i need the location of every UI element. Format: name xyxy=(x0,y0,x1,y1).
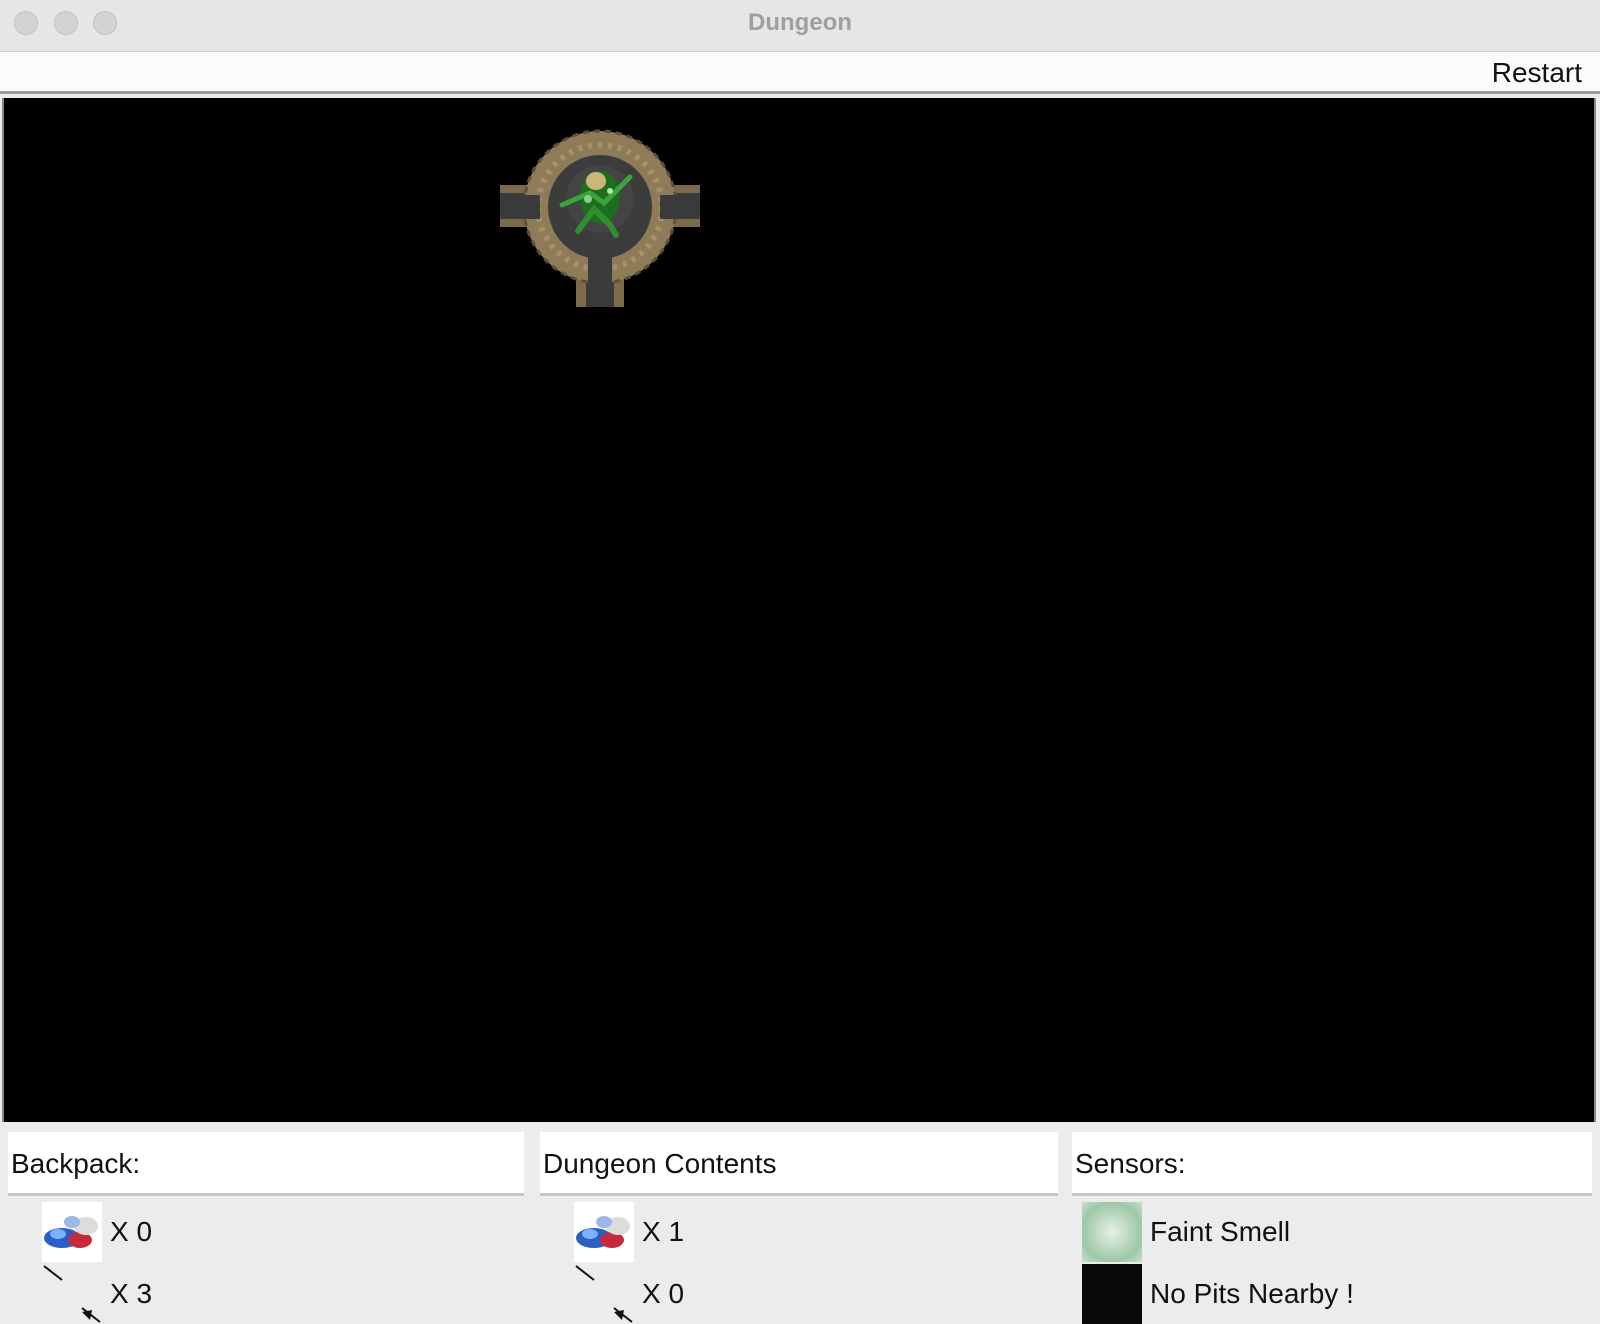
restart-menu-item[interactable]: Restart xyxy=(1492,57,1582,89)
treasure-gems-icon xyxy=(42,1202,102,1262)
arrows-icon xyxy=(42,1264,102,1324)
smell-sensor-text: Faint Smell xyxy=(1150,1216,1291,1247)
backpack-treasure-count: X 0 xyxy=(110,1216,153,1247)
dungeon-treasure-count: X 1 xyxy=(642,1216,685,1247)
pit-sensor-text: No Pits Nearby ! xyxy=(1150,1278,1354,1309)
dungeon-contents-panel: Dungeon Contents X 1 X 0 xyxy=(540,1132,1058,1324)
dungeon-arrows-row: X 0 xyxy=(540,1264,1058,1324)
smell-icon xyxy=(1082,1202,1142,1262)
pit-icon xyxy=(1082,1264,1142,1324)
backpack-arrows-count: X 3 xyxy=(110,1278,153,1309)
backpack-treasure-row: X 0 xyxy=(8,1202,524,1262)
title-bar: Dungeon xyxy=(0,0,1600,52)
backpack-arrows-row: X 3 xyxy=(8,1264,524,1324)
status-panels: Backpack: X 0 X 3 Dungeon Contents X 1 X… xyxy=(0,1126,1600,1324)
menu-bar: Restart xyxy=(0,52,1600,94)
arrows-icon xyxy=(574,1264,634,1324)
current-cave-tile xyxy=(500,129,700,307)
dungeon-treasure-row: X 1 xyxy=(540,1202,1058,1262)
dungeon-arrows-count: X 0 xyxy=(642,1278,685,1309)
window-title: Dungeon xyxy=(748,9,852,36)
treasure-gems-icon xyxy=(574,1202,634,1262)
sensors-header: Sensors: xyxy=(1072,1132,1592,1196)
dungeon-contents-header: Dungeon Contents xyxy=(540,1132,1058,1196)
dungeon-window: Dungeon Restart Backpack: X 0 X 3 Dungeo… xyxy=(0,0,1600,1324)
pit-sensor-row: No Pits Nearby ! xyxy=(1072,1264,1592,1324)
smell-sensor-row: Faint Smell xyxy=(1072,1202,1592,1262)
dungeon-map[interactable] xyxy=(2,98,1596,1122)
sensors-panel: Sensors: Faint Smell No Pits Nearby ! xyxy=(1072,1132,1592,1324)
backpack-panel: Backpack: X 0 X 3 xyxy=(8,1132,524,1324)
backpack-header: Backpack: xyxy=(8,1132,524,1196)
